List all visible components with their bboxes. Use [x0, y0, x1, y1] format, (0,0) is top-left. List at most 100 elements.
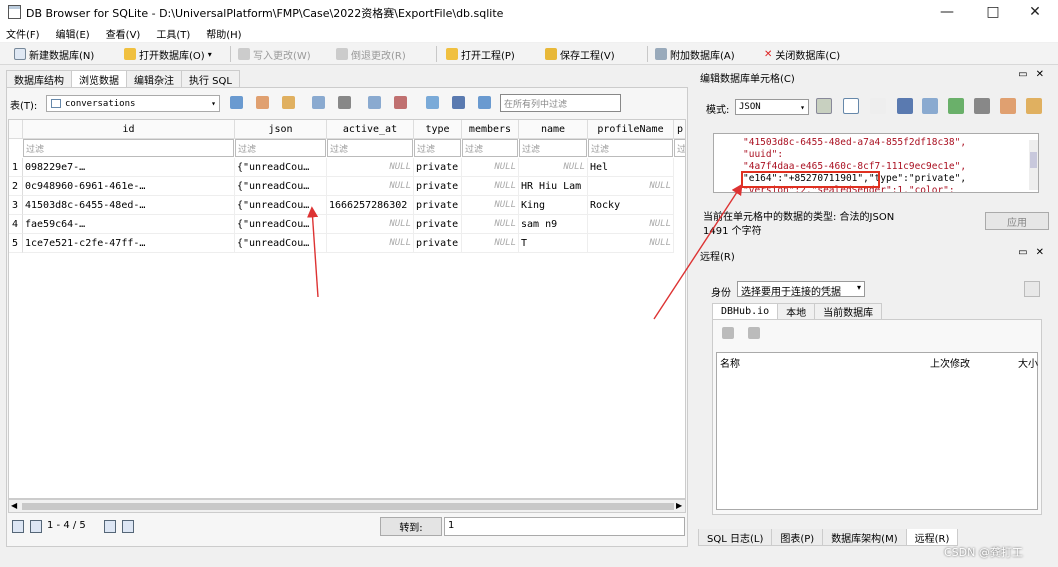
column-header-id[interactable]: id [23, 120, 235, 139]
remote-refresh-icon[interactable] [722, 327, 734, 339]
close-icon[interactable]: ✕ [1012, 0, 1058, 24]
close-database-button[interactable]: ✕ 关闭数据库(C) [764, 46, 840, 62]
remote-col-name[interactable]: 名称 [720, 355, 740, 370]
table-cell-active-at[interactable]: NULL [327, 177, 414, 196]
scroll-right-icon[interactable]: ▶ [676, 501, 682, 510]
table-cell-id[interactable]: 098229e7-… [23, 158, 235, 177]
evaluate-icon[interactable] [1026, 98, 1042, 114]
maximize-icon[interactable]: □ [970, 0, 1016, 24]
table-cell-json[interactable]: {"unreadCou… [235, 177, 327, 196]
tab-local[interactable]: 本地 [777, 303, 816, 319]
filter-p-input[interactable]: 过滤 [674, 139, 685, 157]
save-project-button[interactable]: 保存工程(V) [545, 46, 615, 62]
table-cell-json[interactable]: {"unreadCou… [235, 158, 327, 177]
table-cell-type[interactable]: private [414, 177, 462, 196]
row-number[interactable]: 4 [9, 215, 23, 234]
table-cell-profilename[interactable]: Rocky [588, 196, 674, 215]
print-icon[interactable] [338, 96, 351, 109]
table-cell-members[interactable]: NULL [462, 196, 519, 215]
column-header-members[interactable]: members [462, 120, 519, 139]
table-cell-id[interactable]: 1ce7e521-c2fe-47ff-… [23, 234, 235, 253]
table-cell-profilename[interactable]: NULL [588, 234, 674, 253]
word-wrap-icon[interactable] [843, 98, 859, 114]
table-cell-name[interactable]: sam n9 [519, 215, 588, 234]
remote-col-modified[interactable]: 上次修改 [930, 355, 970, 370]
auto-format-icon[interactable] [816, 98, 832, 114]
delete-record-icon[interactable] [394, 96, 407, 109]
table-cell-name[interactable]: HR Hiu Lam [519, 177, 588, 196]
table-cell-profilename[interactable]: NULL [588, 215, 674, 234]
remote-clone-icon[interactable] [748, 327, 760, 339]
column-header-name[interactable]: name [519, 120, 588, 139]
table-cell-profilename[interactable]: NULL [588, 177, 674, 196]
table-cell-name[interactable]: T [519, 234, 588, 253]
table-cell-name[interactable]: NULL [519, 158, 588, 177]
tab-current-database[interactable]: 当前数据库 [814, 303, 883, 319]
scrollbar-thumb[interactable] [22, 503, 674, 510]
remote-settings-icon[interactable] [1024, 281, 1040, 297]
menu-edit[interactable]: 编辑(E) [56, 26, 90, 41]
last-page-icon[interactable] [122, 520, 134, 533]
print-cell-icon[interactable] [974, 98, 990, 114]
apply-button[interactable]: 应用 [985, 212, 1049, 230]
column-header-active-at[interactable]: active_at [327, 120, 414, 139]
table-cell-type[interactable]: private [414, 215, 462, 234]
find-icon[interactable] [426, 96, 439, 109]
set-null-icon[interactable] [948, 98, 964, 114]
filter-profile-name-input[interactable]: 过滤 [588, 139, 673, 157]
table-cell-members[interactable]: NULL [462, 215, 519, 234]
scroll-left-icon[interactable]: ◀ [11, 501, 17, 510]
find-replace-icon[interactable] [452, 96, 465, 109]
editor-scrollbar-thumb[interactable] [1030, 152, 1037, 168]
dock-buttons[interactable]: ▭✕ [1018, 69, 1052, 80]
tab-db-schema[interactable]: 数据库架构(M) [822, 529, 907, 546]
table-cell-json[interactable]: {"unreadCou… [235, 234, 327, 253]
column-header-type[interactable]: type [414, 120, 462, 139]
table-cell-json[interactable]: {"unreadCou… [235, 215, 327, 234]
remote-col-size[interactable]: 大小 [1018, 355, 1038, 370]
filter-json-input[interactable]: 过滤 [235, 139, 326, 157]
remote-file-list[interactable] [716, 352, 1038, 510]
menu-tools[interactable]: 工具(T) [156, 26, 190, 41]
tab-plot[interactable]: 图表(P) [771, 529, 824, 546]
table-cell-type[interactable]: private [414, 234, 462, 253]
row-number[interactable]: 1 [9, 158, 23, 177]
table-cell-json[interactable]: {"unreadCou… [235, 196, 327, 215]
import-icon[interactable] [897, 98, 913, 114]
revert-changes-button[interactable]: 倒退更改(R) [336, 46, 406, 62]
table-cell-type[interactable]: private [414, 158, 462, 177]
table-cell-members[interactable]: NULL [462, 234, 519, 253]
tab-browse-data[interactable]: 浏览数据 [71, 70, 127, 88]
table-cell-active-at[interactable]: NULL [327, 234, 414, 253]
identity-select[interactable]: 选择要用于连接的凭据 ▾ [737, 281, 865, 297]
filter-id-input[interactable]: 过滤 [23, 139, 234, 157]
tab-execute-sql[interactable]: 执行 SQL [181, 70, 240, 87]
tab-database-structure[interactable]: 数据库结构 [6, 70, 72, 87]
mode-select[interactable]: JSON ▾ [735, 99, 809, 115]
table-cell-active-at[interactable]: NULL [327, 158, 414, 177]
column-header-json[interactable]: json [235, 120, 327, 139]
filter-active-at-input[interactable]: 过滤 [327, 139, 413, 157]
clear-filters-icon[interactable] [256, 96, 269, 109]
attach-database-button[interactable]: 附加数据库(A) [655, 46, 735, 62]
row-number[interactable]: 3 [9, 196, 23, 215]
tab-edit-pragmas[interactable]: 编辑杂注 [126, 70, 182, 87]
column-header-p[interactable]: p [674, 120, 685, 139]
open-project-button[interactable]: 打开工程(P) [446, 46, 515, 62]
goto-button[interactable]: 转到: [380, 517, 442, 536]
minimize-icon[interactable]: — [924, 0, 970, 24]
table-cell-id[interactable]: 41503d8c-6455-48ed-… [23, 196, 235, 215]
menu-view[interactable]: 查看(V) [106, 26, 141, 41]
table-cell-name[interactable]: King [519, 196, 588, 215]
write-changes-button[interactable]: 写入更改(W) [238, 46, 311, 62]
filter-all-columns-input[interactable]: 在所有列中过滤 [500, 94, 621, 112]
goto-input[interactable]: 1 [444, 517, 685, 536]
column-header-profile-name[interactable]: profileName [588, 120, 674, 139]
dock-buttons[interactable]: ▭✕ [1018, 247, 1052, 258]
refresh-icon[interactable] [230, 96, 243, 109]
table-cell-members[interactable]: NULL [462, 177, 519, 196]
insert-record-icon[interactable] [368, 96, 381, 109]
open-database-button[interactable]: 打开数据库(O) ▾ [124, 46, 212, 62]
table-select[interactable]: conversations ▾ [46, 95, 220, 112]
filter-icon[interactable] [478, 96, 491, 109]
